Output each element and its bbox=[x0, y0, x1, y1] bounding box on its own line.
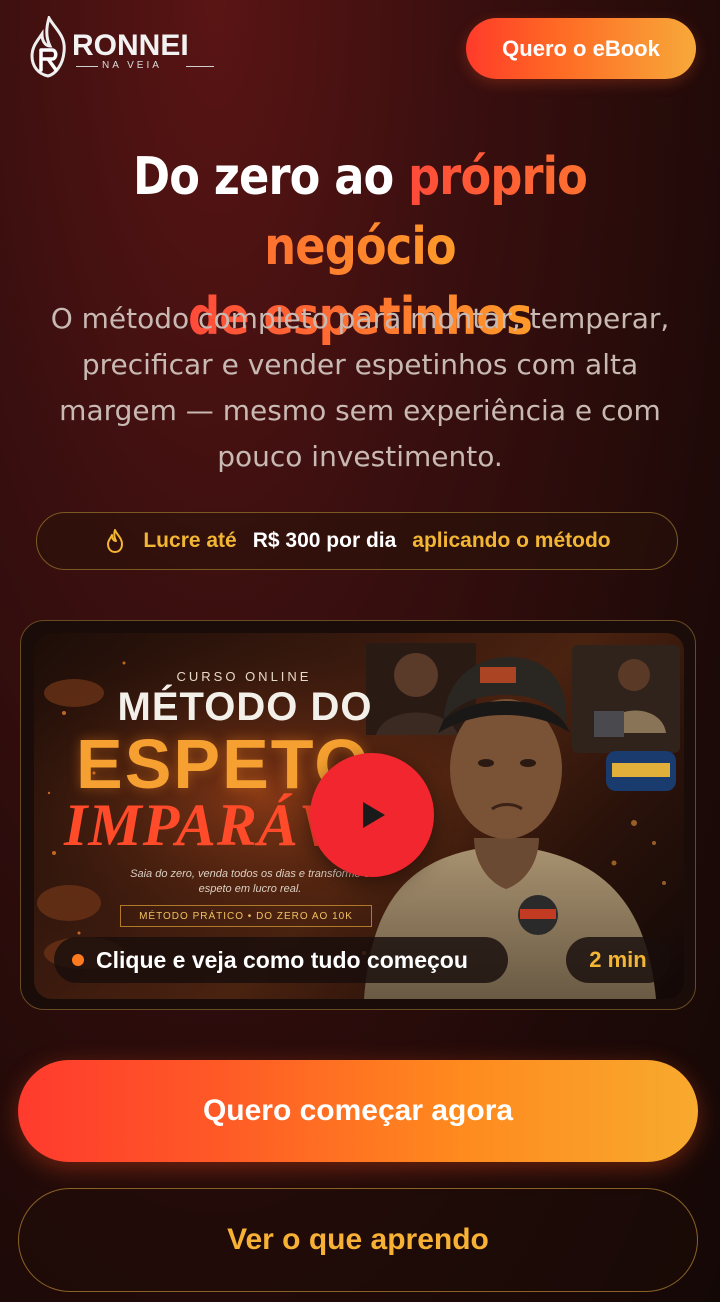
thumb-tags: MÉTODO PRÁTICO • DO ZERO AO 10K bbox=[120, 905, 372, 927]
ebook-button[interactable]: Quero o eBook bbox=[466, 18, 696, 79]
thumb-title-1: MÉTODO DO bbox=[117, 685, 373, 729]
highlight-suffix: aplicando o método bbox=[412, 529, 611, 552]
learn-more-button[interactable]: Ver o que aprendo bbox=[18, 1188, 698, 1292]
flame-logo-icon bbox=[30, 16, 66, 78]
video-caption: Clique e veja como tudo começou bbox=[54, 937, 508, 983]
brand-line-left bbox=[76, 66, 98, 67]
video-caption-text: Clique e veja como tudo começou bbox=[96, 946, 468, 973]
start-now-button[interactable]: Quero começar agora bbox=[18, 1060, 698, 1162]
hero-subtitle: O método completo para montar, temperar,… bbox=[50, 302, 670, 473]
flame-icon bbox=[107, 529, 124, 553]
brand-sub: NA VEIA bbox=[102, 60, 162, 71]
brand-name: RONNEI bbox=[72, 29, 189, 62]
thumb-description: Saia do zero, venda todos os dias e tran… bbox=[130, 868, 370, 895]
brand-line-right bbox=[186, 66, 214, 67]
thumb-label: CURSO ONLINE bbox=[176, 669, 312, 684]
live-dot-icon bbox=[72, 954, 84, 966]
play-icon bbox=[363, 802, 385, 828]
highlight-prefix: Lucre até bbox=[143, 529, 237, 552]
play-button[interactable] bbox=[310, 753, 434, 877]
video-duration: 2 min bbox=[566, 937, 670, 983]
profit-highlight: Lucre até R$ 300 por dia aplicando o mét… bbox=[36, 512, 678, 570]
video-thumbnail[interactable]: CURSO ONLINE MÉTODO DO ESPETO IMPARÁVEL … bbox=[34, 633, 684, 999]
brand-logo[interactable]: RONNEI NA VEIA bbox=[26, 16, 226, 78]
highlight-amount: R$ 300 por dia bbox=[252, 529, 397, 552]
video-card: CURSO ONLINE MÉTODO DO ESPETO IMPARÁVEL … bbox=[20, 620, 696, 1010]
headline-white: Do zero ao bbox=[132, 147, 409, 207]
header: RONNEI NA VEIA Quero o eBook bbox=[0, 0, 720, 100]
